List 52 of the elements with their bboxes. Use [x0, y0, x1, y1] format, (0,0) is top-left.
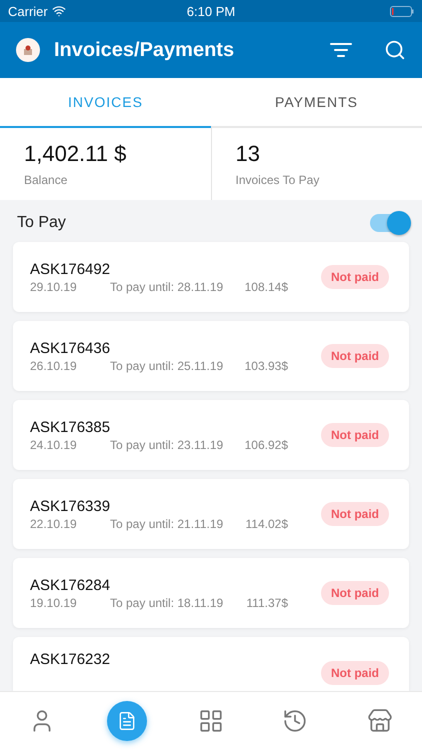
wifi-icon [52, 4, 66, 18]
invoice-amount: 114.02$ [244, 516, 288, 530]
invoice-date: 26.10.19 [30, 358, 78, 372]
invoice-amount: 106.92$ [244, 438, 288, 452]
store-icon [366, 708, 393, 734]
due-date: To pay until: 21.11.19 [110, 516, 224, 530]
invoice-card[interactable]: ASK176284 19.10.19 To pay until: 18.11.19 111.37$ Not paid [13, 558, 409, 628]
status-badge: Not paid [321, 502, 389, 526]
status-badge: Not paid [321, 265, 389, 289]
invoice-number: ASK176436 [30, 340, 112, 356]
invoice-card[interactable]: ASK176492 29.10.19 To pay until: 28.11.19 108.14$ Not paid [13, 242, 409, 312]
invoice-number: ASK176492 [30, 260, 112, 278]
status-badge: Not paid [321, 581, 389, 605]
invoice-number: ASK176232 [30, 651, 112, 668]
summary-label: Balance [24, 173, 68, 187]
invoice-date: 24.10.19 [30, 438, 78, 452]
invoice-amount: 103.93$ [244, 358, 288, 372]
invoice-amount: 108.14$ [244, 280, 288, 294]
invoice-number: ASK176339 [30, 498, 112, 514]
due-date: To pay until: 25.11.19 [110, 358, 224, 372]
invoice-card[interactable]: ASK176436 26.10.19 To pay until: 25.11.19 103.93$ Not paid [13, 321, 409, 391]
toggle-switch[interactable] [370, 214, 408, 232]
invoice-card[interactable]: ASK176385 24.10.19 To pay until: 23.11.19 106.92$ Not paid [13, 400, 409, 470]
summary-value: 13 [236, 141, 261, 167]
invoice-number: ASK176284 [30, 576, 112, 594]
document-icon [116, 711, 137, 731]
status-time: 6:10 PM [186, 4, 236, 18]
due-date: To pay until: 23.11.19 [110, 438, 224, 452]
invoice-number: ASK176385 [30, 418, 112, 436]
summary-value: 1,402.11 $ [24, 141, 128, 167]
invoice-amount: 111.37$ [245, 596, 288, 610]
filter-icon[interactable] [330, 42, 352, 58]
document-tab[interactable] [106, 701, 147, 741]
logo-icon [16, 38, 40, 62]
summary-label: Invoices To Pay [236, 173, 320, 187]
invoice-card[interactable]: ASK176232 Not paid [13, 637, 409, 691]
filter-label: To Pay [17, 214, 66, 232]
search-icon[interactable] [384, 39, 406, 61]
status-badge: Not paid [321, 344, 389, 368]
history-icon [282, 708, 308, 734]
invoice-date: 22.10.19 [30, 516, 78, 530]
status-badge: Not paid [321, 423, 389, 447]
due-date: To pay until: 18.11.19 [110, 596, 224, 610]
due-date: To pay until: 28.11.19 [110, 280, 224, 294]
screen-title: Invoices/Payments [54, 38, 236, 62]
grid-icon [198, 708, 224, 734]
invoice-card[interactable]: ASK176339 22.10.19 To pay until: 21.11.19 114.02$ Not paid [13, 479, 409, 549]
invoice-date: 19.10.19 [30, 596, 78, 610]
carrier-name: Carrier [8, 4, 48, 18]
status-badge: Not paid [321, 661, 389, 685]
battery-icon [390, 6, 414, 16]
invoice-date: 29.10.19 [30, 280, 78, 294]
